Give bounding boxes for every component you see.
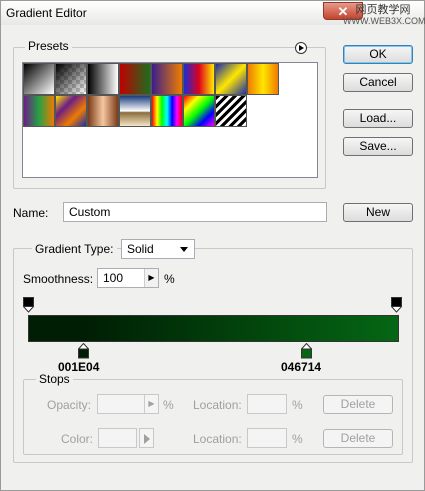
- save-button[interactable]: Save...: [343, 137, 413, 156]
- smoothness-label: Smoothness:: [23, 272, 94, 286]
- opacity-location-input[interactable]: [247, 394, 287, 414]
- color-stop-marker[interactable]: [300, 342, 313, 359]
- preset-swatch-blue-red-yellow[interactable]: [183, 63, 215, 95]
- gradient-editor-window: Gradient Editor ✕ 网页教学网 WWW.WEB3X.COM Pr…: [0, 0, 425, 491]
- opacity-unit: %: [163, 398, 174, 412]
- presets-menu-button[interactable]: [295, 42, 307, 54]
- color-arrow-button[interactable]: [139, 428, 154, 448]
- color-location-label: Location:: [193, 432, 242, 446]
- opacity-location-label: Location:: [193, 398, 242, 412]
- opacity-arrow-button[interactable]: ▶: [144, 395, 158, 413]
- preset-swatch-violet-green-orange[interactable]: [23, 95, 55, 127]
- preset-swatch-foreground-to-background[interactable]: [23, 63, 55, 95]
- preset-swatch-red-green[interactable]: [119, 63, 151, 95]
- presets-swatch-list[interactable]: [22, 62, 318, 178]
- chevron-down-icon: [180, 247, 188, 252]
- new-button[interactable]: New: [343, 203, 413, 222]
- preset-swatch-chrome[interactable]: [119, 95, 151, 127]
- preset-swatch-violet-orange[interactable]: [151, 63, 183, 95]
- window-title: Gradient Editor: [6, 6, 87, 20]
- smoothness-input[interactable]: 100 ▶: [97, 268, 159, 288]
- preset-swatch-yellow-violet-orange-blue[interactable]: [55, 95, 87, 127]
- opacity-input[interactable]: ▶: [97, 394, 159, 414]
- watermark: 网页教学网 WWW.WEB3X.COM: [343, 4, 425, 27]
- color-stop-icon: [300, 342, 313, 359]
- opacity-stop-icon: [22, 297, 35, 313]
- preset-swatch-spectrum[interactable]: [151, 95, 183, 127]
- gradient-preview-bar[interactable]: [28, 315, 399, 342]
- opacity-label: Opacity:: [47, 398, 92, 412]
- name-label: Name:: [13, 206, 49, 220]
- color-location-unit: %: [292, 432, 303, 446]
- preset-swatch-transparent-rainbow[interactable]: [183, 95, 215, 127]
- smoothness-value: 100: [103, 271, 124, 285]
- opacity-location-unit: %: [292, 398, 303, 412]
- cancel-button[interactable]: Cancel: [343, 73, 413, 92]
- preset-swatch-transparent-stripes[interactable]: [215, 95, 247, 127]
- color-delete-button[interactable]: Delete: [323, 429, 393, 448]
- preset-swatch-copper[interactable]: [87, 95, 119, 127]
- smoothness-arrow-button[interactable]: ▶: [144, 269, 158, 287]
- load-button[interactable]: Load...: [343, 109, 413, 128]
- preset-swatch-orange-yellow-orange[interactable]: [247, 63, 279, 95]
- opacity-delete-button[interactable]: Delete: [323, 395, 393, 414]
- opacity-stop-icon: [390, 297, 403, 313]
- stops-label: Stops: [36, 372, 73, 386]
- opacity-stop-right[interactable]: [390, 297, 403, 313]
- play-icon: [299, 45, 304, 51]
- gradient-type-label: Gradient Type:: [32, 242, 117, 256]
- preset-swatch-black-white[interactable]: [87, 63, 119, 95]
- chevron-right-icon: [144, 434, 150, 444]
- gradient-type-value: Solid: [127, 242, 154, 256]
- color-stop-hex: 046714: [281, 360, 322, 374]
- name-input[interactable]: Custom: [63, 202, 327, 222]
- watermark-url: WWW.WEB3X.COM: [343, 16, 425, 26]
- chevron-right-icon: ▶: [148, 273, 155, 282]
- preset-swatch-foreground-to-transparent[interactable]: [55, 63, 87, 95]
- opacity-stop-left[interactable]: [22, 297, 35, 313]
- preset-swatch-blue-yellow-blue[interactable]: [215, 63, 247, 95]
- ok-button[interactable]: OK: [343, 45, 413, 64]
- gradient-type-select[interactable]: Solid: [121, 239, 195, 259]
- color-location-input[interactable]: [247, 428, 287, 448]
- color-stop-marker[interactable]: [77, 342, 90, 359]
- presets-label: Presets: [25, 39, 72, 53]
- color-label: Color:: [61, 432, 94, 446]
- color-swatch-input[interactable]: [98, 428, 137, 448]
- smoothness-unit: %: [164, 272, 175, 286]
- color-stop-icon: [77, 342, 90, 359]
- chevron-right-icon: ▶: [148, 399, 155, 408]
- title-bar[interactable]: Gradient Editor ✕ 网页教学网 WWW.WEB3X.COM: [1, 1, 425, 27]
- watermark-text: 网页教学网: [355, 4, 411, 16]
